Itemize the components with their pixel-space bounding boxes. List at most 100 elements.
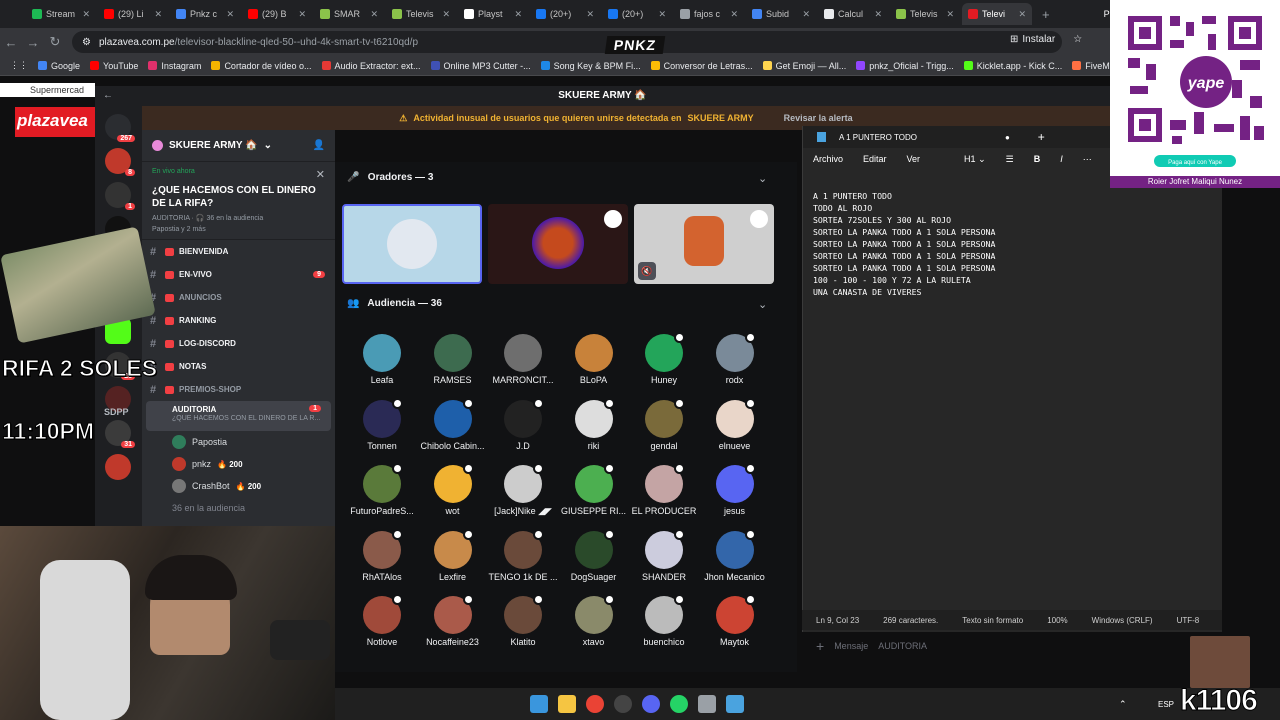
audience-member[interactable]: RAMSES (416, 334, 490, 385)
heading-dropdown[interactable]: H1 ⌄ (964, 154, 986, 165)
audience-member[interactable]: jesus (698, 465, 772, 516)
channel-item[interactable]: # PREMIOS-SHOP (142, 378, 335, 401)
browser-tab[interactable]: Televi ✕ (962, 3, 1032, 25)
browser-tab[interactable]: Pnkz c ✕ (170, 3, 240, 25)
audience-member[interactable]: Nocaffeine23 (416, 596, 490, 647)
audience-member[interactable]: Lexfire (416, 530, 490, 582)
tab-close-icon[interactable]: ✕ (226, 9, 234, 20)
audience-member[interactable]: Maytok (698, 596, 772, 647)
back-icon[interactable]: ← (0, 35, 22, 50)
notepad-text-area[interactable]: A 1 PUNTERO TODO TODO AL ROJO SORTEA 72SOL… (803, 170, 1222, 318)
browser-tab[interactable]: fajos c ✕ (674, 3, 744, 25)
install-button[interactable]: ⊞ Instalar ☆ (1010, 34, 1082, 45)
tab-close-icon[interactable]: ✕ (82, 9, 90, 20)
audience-member[interactable]: FuturoPadreS... (345, 465, 419, 516)
whatsapp-icon[interactable] (670, 695, 688, 713)
tab-close-icon[interactable]: ✕ (514, 9, 522, 20)
url-field[interactable]: ⚙ plazavea.com.pe/televisor-blackline-ql… (72, 31, 1062, 53)
audience-member[interactable]: TENGO 1k DE ... (486, 530, 560, 582)
forward-icon[interactable]: → (22, 35, 44, 50)
chrome-icon[interactable] (586, 695, 604, 713)
discord-icon[interactable] (642, 695, 660, 713)
browser-tab[interactable]: Televis ✕ (890, 3, 960, 25)
discord-back-icon[interactable]: ← (103, 86, 113, 106)
menu-ver[interactable]: Ver (907, 154, 921, 164)
audience-member[interactable]: buenchico (627, 596, 701, 647)
browser-tab[interactable]: Calcul ✕ (818, 3, 888, 25)
bookmark-item[interactable]: Song Key & BPM Fi... (540, 61, 641, 71)
add-attachment-icon[interactable]: + (816, 638, 824, 654)
tab-close-icon[interactable]: ✕ (298, 9, 306, 20)
browser-tab[interactable]: Televis ✕ (386, 3, 456, 25)
audience-member[interactable]: riki (557, 399, 631, 451)
audience-member[interactable]: J.D (486, 399, 560, 451)
channel-item[interactable]: # LOG-DISCORD (142, 332, 335, 355)
star-icon[interactable]: ☆ (1073, 34, 1082, 45)
browser-tab[interactable]: Playst ✕ (458, 3, 528, 25)
audience-member[interactable]: Leafa (345, 334, 419, 385)
obs-icon[interactable] (614, 695, 632, 713)
new-tab-button[interactable]: + (1034, 7, 1058, 22)
browser-tab[interactable]: (20+) ✕ (530, 3, 600, 25)
browser-tab[interactable]: SMAR ✕ (314, 3, 384, 25)
bookmark-item[interactable]: Conversor de Letras... (650, 61, 753, 71)
server-header[interactable]: SKUERE ARMY 🏠 ⌄ 👤 (142, 130, 335, 162)
voice-user[interactable]: Papostia (142, 431, 335, 453)
server-icon[interactable]: 267 (105, 114, 135, 142)
notepad-taskbar-icon[interactable] (726, 695, 744, 713)
voice-user[interactable]: CrashBot 🔥 200 (142, 475, 335, 497)
channel-item[interactable]: # BIENVENIDA (142, 240, 335, 263)
site-info-icon[interactable]: ⚙ (82, 37, 91, 48)
channel-item[interactable]: # RANKING (142, 309, 335, 332)
plazavea-tab[interactable]: Supermercad (0, 83, 95, 97)
tab-close-icon[interactable]: ✕ (154, 9, 162, 20)
audience-member[interactable]: DogSuager (557, 530, 631, 582)
bold-icon[interactable]: B (1034, 154, 1041, 164)
tab-close-icon[interactable]: ✕ (370, 9, 378, 20)
calculator-icon[interactable] (698, 695, 716, 713)
bookmark-item[interactable]: FiveM Documentat (1072, 61, 1110, 71)
server-icon[interactable]: 31 (105, 420, 135, 448)
start-icon[interactable] (530, 695, 548, 713)
review-alert-button[interactable]: Revisar la alerta (784, 113, 853, 123)
channel-item[interactable]: # NOTAS (142, 355, 335, 378)
audience-member[interactable]: Klatito (486, 596, 560, 647)
tab-close-icon[interactable]: ✕ (874, 9, 882, 20)
audience-member[interactable]: MARRONCIT... (486, 334, 560, 385)
browser-tab[interactable]: (20+) ✕ (602, 3, 672, 25)
live-event-card[interactable]: En vivo ahora ✕ ¿QUE HACEMOS CON EL DINER… (142, 162, 335, 240)
list-icon[interactable]: ☰ (1006, 154, 1014, 165)
tab-close-icon[interactable]: ✕ (1018, 9, 1026, 20)
audience-member[interactable]: Jhon Mecanico (698, 530, 772, 582)
bookmark-item[interactable]: Google (38, 61, 80, 71)
add-member-icon[interactable]: 👤 (313, 140, 325, 151)
browser-tab[interactable]: (29) B ✕ (242, 3, 312, 25)
audience-member[interactable]: wot (416, 465, 490, 516)
menu-archivo[interactable]: Archivo (813, 154, 843, 164)
voice-user[interactable]: pnkz 🔥 200 (142, 453, 335, 475)
menu-editar[interactable]: Editar (863, 154, 887, 164)
server-icon[interactable]: 1 (105, 182, 135, 210)
chevron-down-icon[interactable]: ⌄ (758, 172, 767, 185)
speaker-tile[interactable] (488, 204, 628, 284)
audience-member[interactable]: rodx (698, 334, 772, 385)
bookmark-item[interactable]: pnkz_Oficial - Trigg... (856, 61, 954, 71)
bookmark-item[interactable]: YouTube (90, 61, 138, 71)
message-input[interactable]: + Mensaje AUDITORIA (802, 634, 1192, 658)
channel-item[interactable]: # ANUNCIOS (142, 286, 335, 309)
audience-member[interactable]: EL PRODUCER (627, 465, 701, 516)
audience-member[interactable]: Tonnen (345, 399, 419, 451)
tab-close-icon[interactable]: ✕ (658, 9, 666, 20)
italic-icon[interactable]: I (1060, 154, 1063, 164)
audience-member[interactable]: GIUSEPPE RI... (557, 465, 631, 516)
browser-tab[interactable]: Stream ✕ (26, 3, 96, 25)
bookmark-item[interactable]: Online MP3 Cutter -... (430, 61, 531, 71)
reload-icon[interactable]: ↻ (44, 34, 66, 50)
audience-member[interactable]: Notlove (345, 596, 419, 647)
speakers-header[interactable]: 🎤 Oradores — 3 (347, 172, 433, 183)
bookmark-item[interactable]: Kicklet.app - Kick C... (963, 61, 1062, 71)
bookmark-item[interactable]: Instagram (148, 61, 201, 71)
audience-member[interactable]: elnueve (698, 399, 772, 451)
bookmark-item[interactable]: Get Emoji — All... (762, 61, 846, 71)
tab-close-icon[interactable]: ✕ (946, 9, 954, 20)
